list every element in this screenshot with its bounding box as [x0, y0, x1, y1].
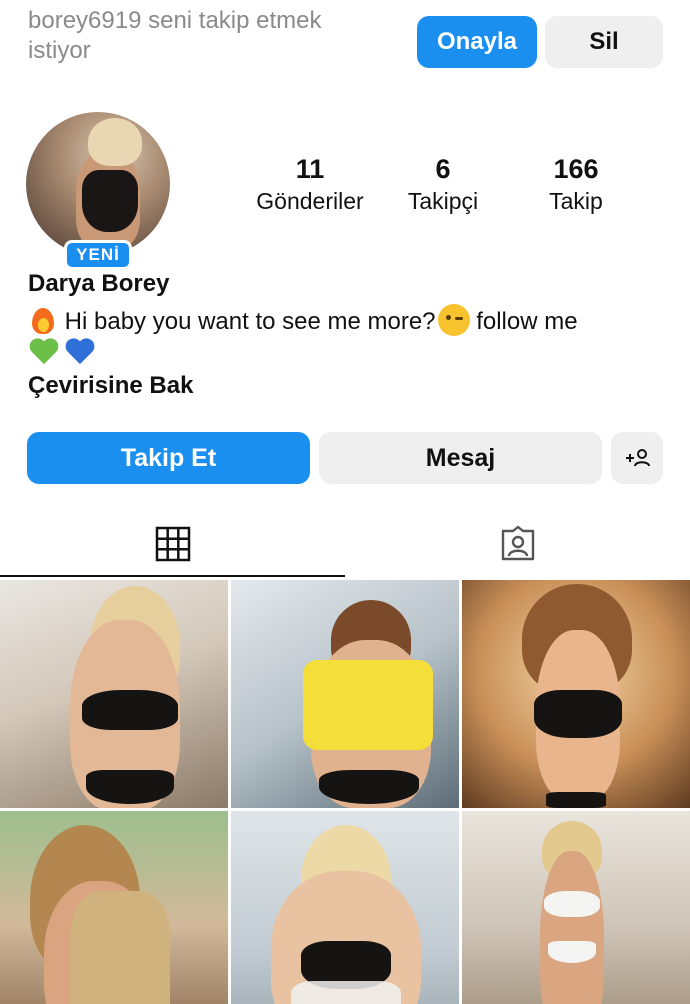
profile-avatar[interactable]: YENİ: [26, 112, 170, 270]
add-user-button[interactable]: [611, 432, 663, 484]
followers-stat[interactable]: 6 Takipçi: [373, 152, 513, 216]
posts-count: 11: [295, 154, 325, 184]
followers-count: 6: [435, 154, 451, 184]
post-thumbnail[interactable]: [462, 580, 690, 808]
profile-name: Darya Borey: [28, 270, 170, 297]
posts-grid: [0, 580, 690, 1004]
message-button[interactable]: Mesaj: [319, 432, 602, 484]
wink-emoji-icon: [437, 304, 470, 336]
active-tab-indicator: [0, 575, 345, 577]
follow-request-text: borey6919 seni takip etmek istiyor: [28, 7, 322, 64]
add-user-icon: [626, 449, 650, 467]
follow-request-banner: borey6919 seni takip etmek istiyor Onayl…: [0, 0, 690, 86]
fire-emoji-icon: [28, 304, 58, 334]
tagged-icon: [501, 525, 534, 561]
tab-tagged[interactable]: [345, 512, 690, 576]
bio-hearts: [28, 336, 96, 368]
follow-button[interactable]: Takip Et: [27, 432, 310, 484]
see-translation-link[interactable]: Çevirisine Bak: [28, 372, 193, 400]
post-thumbnail[interactable]: [0, 811, 228, 1004]
tab-grid[interactable]: [0, 512, 345, 576]
posts-stat[interactable]: 11 Gönderiler: [240, 152, 380, 216]
grid-icon: [155, 526, 190, 562]
new-badge: YENİ: [64, 240, 132, 270]
green-heart-icon: [28, 337, 60, 367]
following-stat[interactable]: 166 Takip: [506, 152, 646, 216]
following-label: Takip: [549, 188, 603, 214]
posts-label: Gönderiler: [256, 188, 364, 214]
blue-heart-icon: [64, 337, 96, 367]
avatar-image: [26, 112, 170, 256]
confirm-button[interactable]: Onayla: [417, 16, 537, 68]
followers-label: Takipçi: [407, 188, 479, 214]
post-thumbnail[interactable]: [462, 811, 690, 1004]
delete-button[interactable]: Sil: [545, 16, 663, 68]
profile-tabs: [0, 512, 690, 578]
post-thumbnail[interactable]: [231, 811, 459, 1004]
following-count: 166: [553, 154, 599, 184]
post-thumbnail[interactable]: [231, 580, 459, 808]
bio-text: Hi baby you want to see me more?: [64, 308, 436, 335]
bio-follow-text: follow me: [476, 308, 578, 335]
profile-bio: Hi baby you want to see me more? follow …: [28, 304, 668, 338]
post-thumbnail[interactable]: [0, 580, 228, 808]
